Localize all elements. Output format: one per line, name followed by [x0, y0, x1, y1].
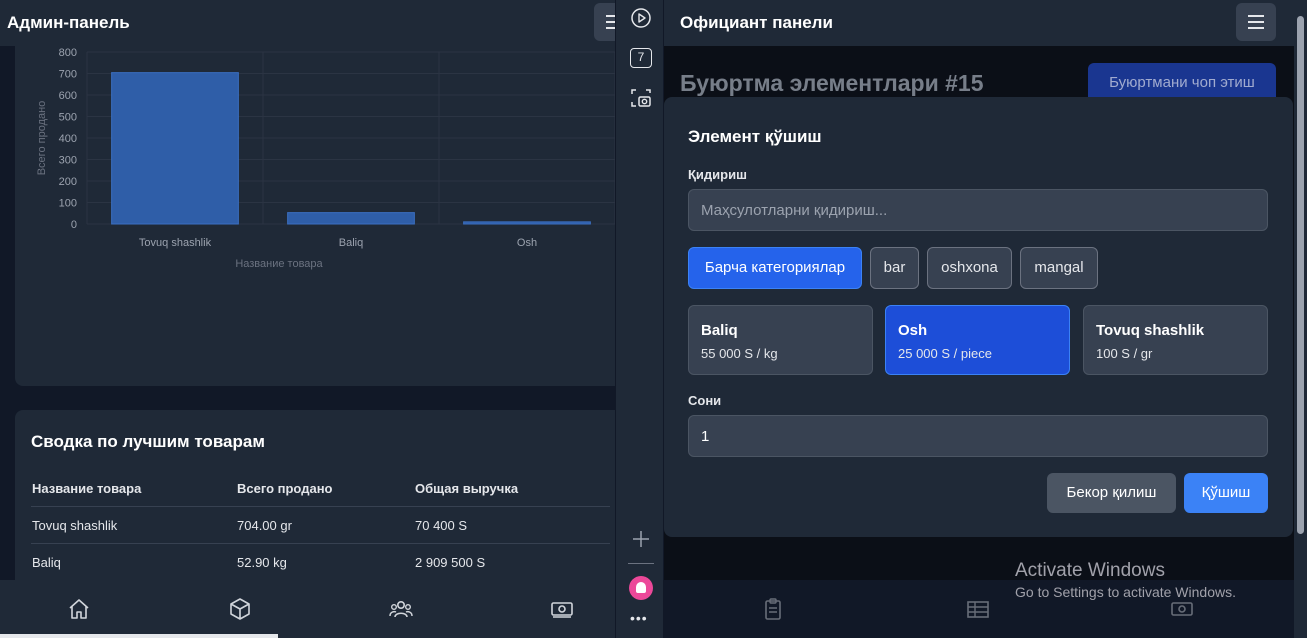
x-tick-label: Baliq [339, 237, 363, 249]
y-axis-label: Всего продано [36, 101, 48, 176]
play-icon[interactable] [630, 7, 652, 29]
column-header-product: Название товара [32, 481, 142, 496]
column-header-revenue: Общая выручка [415, 481, 519, 496]
y-tick-label: 800 [59, 47, 77, 59]
table-icon[interactable] [966, 597, 990, 621]
category-all[interactable]: Барча категориялар [688, 247, 862, 289]
admin-header: Админ-панель [0, 0, 615, 46]
search-label: Қидириш [688, 167, 747, 182]
product-card-baliq[interactable]: Baliq 55 000 S / kg [688, 305, 873, 375]
search-input[interactable] [688, 189, 1268, 231]
product-card-tovuq-shashlik[interactable]: Tovuq shashlik 100 S / gr [1083, 305, 1268, 375]
table-cell: 2 909 500 S [415, 555, 486, 570]
quantity-input[interactable] [688, 415, 1268, 457]
product-name: Osh [898, 322, 928, 339]
sales-chart-card: 0 100 200 300 400 500 600 700 800 Tovuq shashlik B… [15, 46, 615, 386]
cash-icon[interactable] [550, 597, 574, 621]
divider [628, 563, 654, 564]
box-icon[interactable] [228, 597, 252, 621]
modal-title: Элемент қўшиш [688, 127, 822, 146]
cancel-button[interactable]: Бекор қилиш [1047, 473, 1176, 513]
divider [31, 506, 610, 507]
browser-sidebar: 7 ••• [615, 0, 664, 638]
users-icon[interactable] [389, 597, 413, 621]
clipboard-icon[interactable] [761, 597, 785, 621]
admin-title: Админ-панель [7, 13, 130, 32]
x-tick-label: Osh [517, 237, 537, 249]
table-cell: Baliq [32, 555, 61, 570]
x-axis-label: Название товара [235, 258, 323, 270]
product-name: Baliq [701, 322, 738, 339]
more-icon[interactable]: ••• [630, 610, 648, 626]
avatar-icon[interactable] [629, 576, 653, 600]
add-item-modal: Элемент қўшиш Қидириш Барча категориялар… [664, 97, 1293, 537]
admin-pane: 0 100 200 300 400 500 600 700 800 Tovuq shashlik B… [0, 0, 615, 638]
home-icon[interactable] [67, 597, 91, 621]
table-cell: 52.90 kg [237, 555, 287, 570]
sales-chart: 0 100 200 300 400 500 600 700 800 Tovuq shashlik B… [36, 47, 615, 270]
category-mangal[interactable]: mangal [1020, 247, 1098, 289]
bar [463, 221, 591, 225]
product-card-osh[interactable]: Osh 25 000 S / piece [885, 305, 1070, 375]
y-tick-label: 300 [59, 155, 77, 167]
table-cell: 704.00 gr [237, 518, 292, 533]
waiter-header: Официант панели [664, 0, 1294, 46]
product-name: Tovuq shashlik [1096, 322, 1205, 339]
waiter-title: Официант панели [680, 13, 833, 32]
admin-bottom-nav [0, 580, 615, 638]
product-price: 100 S / gr [1096, 346, 1153, 361]
scrollbar-thumb[interactable] [1297, 16, 1304, 534]
y-tick-label: 0 [71, 219, 77, 231]
category-oshxona[interactable]: oshxona [927, 247, 1012, 289]
calendar-badge[interactable]: 7 [630, 48, 652, 68]
column-header-sold: Всего продано [237, 481, 333, 496]
y-tick-label: 400 [59, 133, 77, 145]
divider [31, 543, 610, 544]
y-tick-label: 600 [59, 90, 77, 102]
table-cell: Tovuq shashlik [32, 518, 118, 533]
y-tick-label: 100 [59, 198, 77, 210]
y-tick-label: 700 [59, 69, 77, 81]
category-bar[interactable]: bar [870, 247, 919, 289]
add-button[interactable]: Қўшиш [1184, 473, 1268, 513]
order-items-title: Буюртма элементлари #15 [680, 70, 984, 96]
activation-subtitle: Go to Settings to activate Windows. [1015, 584, 1236, 600]
x-tick-label: Tovuq shashlik [139, 237, 212, 249]
y-tick-label: 200 [59, 176, 77, 188]
product-price: 55 000 S / kg [701, 346, 778, 361]
quantity-label: Сони [688, 393, 722, 408]
cash-icon[interactable] [1170, 597, 1194, 621]
product-price: 25 000 S / piece [898, 346, 992, 361]
scrollbar[interactable] [1294, 0, 1307, 638]
table-cell: 70 400 S [415, 518, 468, 533]
summary-title: Сводка по лучшим товарам [31, 432, 265, 451]
waiter-pane: Официант панели Буюртма элементлари #15 … [664, 0, 1294, 638]
y-tick-label: 500 [59, 112, 77, 124]
plus-icon[interactable] [630, 528, 652, 550]
waiter-menu-button[interactable] [1236, 3, 1276, 41]
bar [287, 212, 415, 225]
windows-activation-watermark: Activate Windows Go to Settings to activ… [1015, 560, 1236, 600]
screenshot-icon[interactable] [630, 87, 652, 109]
activation-title: Activate Windows [1015, 560, 1165, 581]
bar [111, 72, 239, 225]
progress-line [0, 634, 278, 638]
